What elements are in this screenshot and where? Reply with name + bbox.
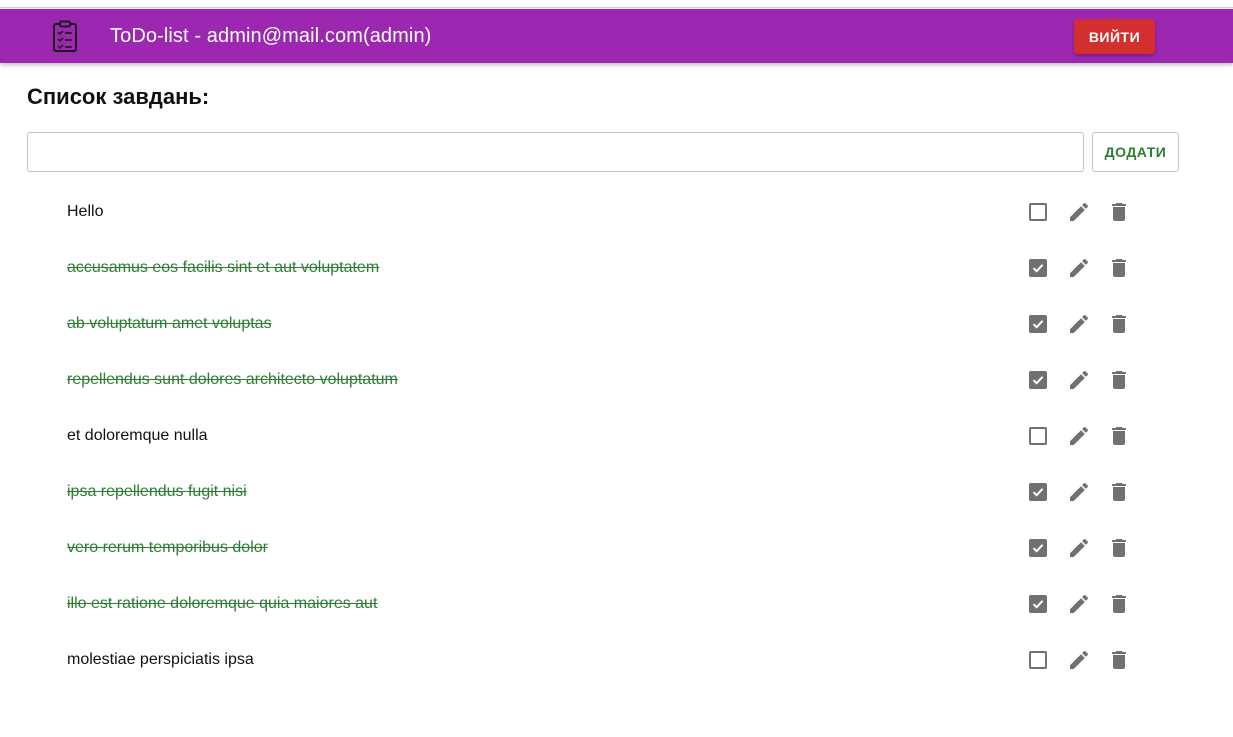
pencil-icon[interactable] [1067, 200, 1091, 224]
task-done-checkbox[interactable] [1029, 427, 1047, 445]
task-done-checkbox[interactable] [1029, 651, 1047, 669]
task-done-checkbox[interactable] [1029, 595, 1047, 613]
pencil-icon[interactable] [1067, 592, 1091, 616]
task-done-checkbox[interactable] [1029, 315, 1047, 333]
task-item: vero rerum temporibus dolor [27, 520, 1179, 576]
trash-icon[interactable] [1107, 648, 1131, 672]
logout-button[interactable]: ВИЙТИ [1074, 19, 1155, 54]
new-task-input[interactable] [27, 132, 1084, 172]
task-item: repellendus sunt dolores architecto volu… [27, 352, 1179, 408]
trash-icon[interactable] [1107, 536, 1131, 560]
top-border [0, 0, 1233, 8]
task-text: repellendus sunt dolores architecto volu… [67, 371, 398, 388]
trash-icon[interactable] [1107, 592, 1131, 616]
task-item: molestiae perspiciatis ipsa [27, 632, 1179, 688]
task-text: illo est ratione doloremque quia maiores… [67, 595, 378, 612]
task-list: Hello accusamus eos facilis sint et aut v… [27, 184, 1179, 688]
task-item: illo est ratione doloremque quia maiores… [27, 576, 1179, 632]
task-done-checkbox[interactable] [1029, 203, 1047, 221]
task-text: ab voluptatum amet voluptas [67, 315, 272, 332]
pencil-icon[interactable] [1067, 368, 1091, 392]
task-done-checkbox[interactable] [1029, 371, 1047, 389]
task-done-checkbox[interactable] [1029, 539, 1047, 557]
clipboard-list-icon [52, 20, 78, 52]
task-item: et doloremque nulla [27, 408, 1179, 464]
task-done-checkbox[interactable] [1029, 483, 1047, 501]
add-task-button[interactable]: ДОДАТИ [1092, 132, 1179, 172]
task-item: accusamus eos facilis sint et aut volupt… [27, 240, 1179, 296]
trash-icon[interactable] [1107, 312, 1131, 336]
trash-icon[interactable] [1107, 424, 1131, 448]
pencil-icon[interactable] [1067, 256, 1091, 280]
trash-icon[interactable] [1107, 368, 1131, 392]
task-item: Hello [27, 184, 1179, 240]
task-text: Hello [67, 203, 104, 220]
task-item: ab voluptatum amet voluptas [27, 296, 1179, 352]
trash-icon[interactable] [1107, 200, 1131, 224]
task-text: molestiae perspiciatis ipsa [67, 651, 254, 668]
task-done-checkbox[interactable] [1029, 259, 1047, 277]
app-title: ToDo-list - admin@mail.com(admin) [110, 25, 432, 47]
task-text: et doloremque nulla [67, 427, 208, 444]
pencil-icon[interactable] [1067, 648, 1091, 672]
app-bar: ToDo-list - admin@mail.com(admin) ВИЙТИ [0, 9, 1233, 63]
task-text: vero rerum temporibus dolor [67, 539, 268, 556]
task-text: ipsa repellendus fugit nisi [67, 483, 247, 500]
pencil-icon[interactable] [1067, 312, 1091, 336]
trash-icon[interactable] [1107, 256, 1131, 280]
pencil-icon[interactable] [1067, 424, 1091, 448]
page-title: Список завдань: [27, 84, 210, 109]
pencil-icon[interactable] [1067, 480, 1091, 504]
task-text: accusamus eos facilis sint et aut volupt… [67, 259, 380, 276]
pencil-icon[interactable] [1067, 536, 1091, 560]
task-item: ipsa repellendus fugit nisi [27, 464, 1179, 520]
trash-icon[interactable] [1107, 480, 1131, 504]
